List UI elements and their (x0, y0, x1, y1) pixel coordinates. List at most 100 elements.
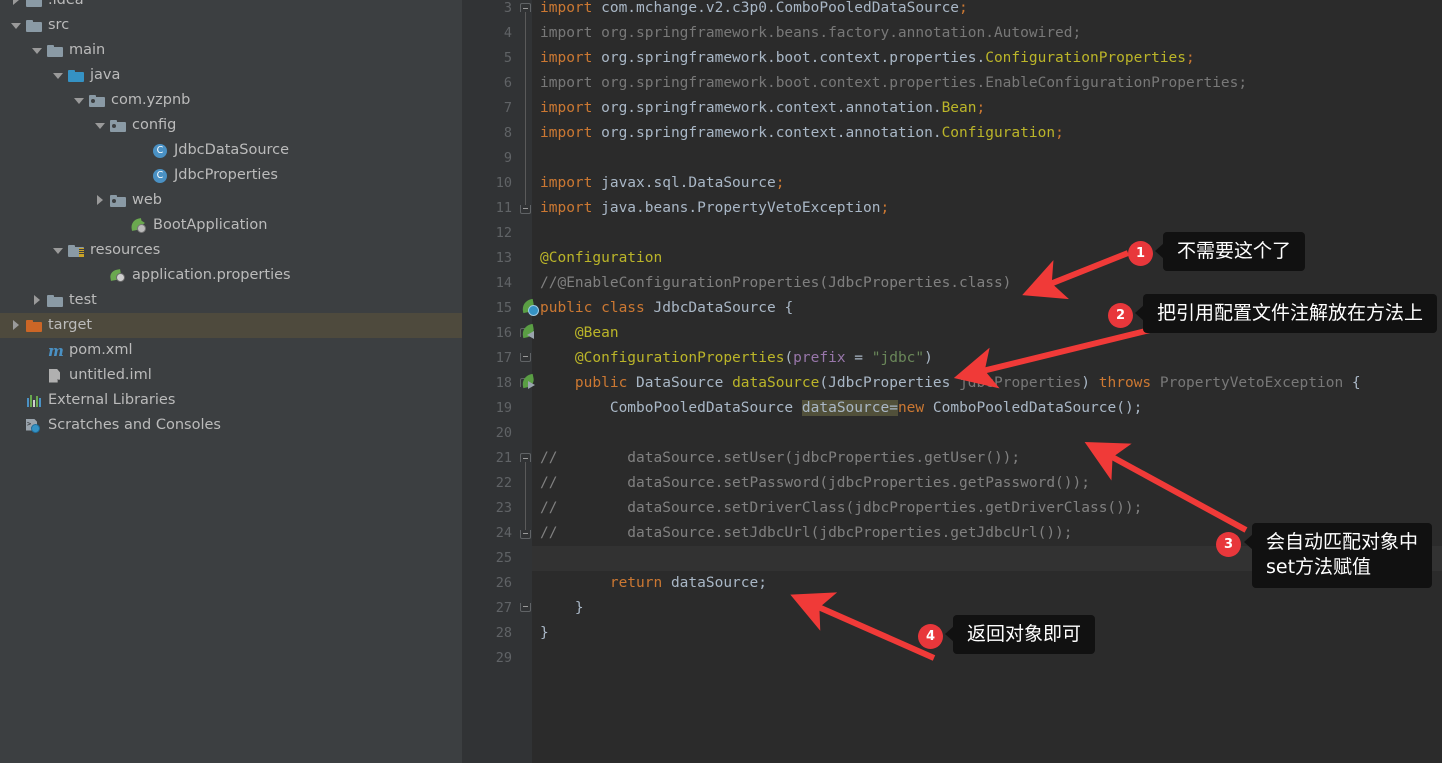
tree-item-label: JdbcDataSource (174, 142, 290, 158)
tree-item-label: .idea (48, 0, 84, 8)
editor-gutter[interactable]: 3 4 5 6 7 8 9 10 11 12 13 14 15 16 17 18 19 20 21 22 23 24 25 2… (462, 0, 539, 763)
fold-region-end-icon[interactable] (520, 205, 531, 214)
line-number: 28 (495, 625, 512, 641)
fold-region-start-icon[interactable] (520, 3, 531, 12)
code-line-text: } (540, 600, 584, 616)
tree-item-test[interactable]: test (0, 288, 462, 313)
code-editor[interactable]: 3 4 5 6 7 8 9 10 11 12 13 14 15 16 17 18 19 20 21 22 23 24 25 2… (462, 0, 1442, 763)
tree-item-config[interactable]: config (0, 113, 462, 138)
line-number: 11 (495, 200, 512, 216)
tree-item-java[interactable]: java (0, 63, 462, 88)
line-number: 12 (495, 225, 512, 241)
folder-excluded-icon (26, 318, 43, 334)
tree-item-label: pom.xml (69, 342, 133, 358)
code-line-text: import com.mchange.v2.c3p0.ComboPooledDa… (540, 0, 968, 16)
tree-item-label: com.yzpnb (111, 92, 191, 108)
chevron-right-icon[interactable] (10, 319, 23, 332)
chevron-down-icon[interactable] (10, 19, 23, 32)
line-number: 18 (495, 375, 512, 391)
folder-resources-icon (68, 243, 85, 259)
line-number: 8 (503, 125, 512, 141)
fold-region-end-icon[interactable] (520, 530, 531, 539)
tree-item-label: application.properties (132, 267, 291, 283)
tree-item-src[interactable]: src (0, 13, 462, 38)
line-number: 21 (495, 450, 512, 466)
chevron-down-icon[interactable] (73, 94, 86, 107)
chevron-right-icon[interactable] (94, 194, 107, 207)
line-number: 25 (495, 550, 512, 566)
code-line-text: import java.beans.PropertyVetoException; (540, 200, 890, 216)
tree-item-label: config (132, 117, 177, 133)
java-class-icon: C (152, 143, 169, 159)
fold-region-line (525, 462, 526, 530)
maven-icon: m (48, 341, 64, 360)
fold-marker-icon[interactable] (520, 603, 531, 612)
line-number: 26 (495, 575, 512, 591)
line-number: 20 (495, 425, 512, 441)
code-line-text: // dataSource.setDriverClass(jdbcPropert… (540, 500, 1143, 516)
chevron-right-icon[interactable] (31, 294, 44, 307)
tree-item-label: Scratches and Consoles (48, 417, 221, 433)
tree-item-resources[interactable]: resources (0, 238, 462, 263)
code-line-text: //@EnableConfigurationProperties(JdbcPro… (540, 275, 1012, 291)
line-number: 16 (495, 325, 512, 341)
tree-item-external-libraries[interactable]: External Libraries (0, 388, 462, 413)
tree-item-label: External Libraries (48, 392, 176, 408)
tree-item-bootapplication[interactable]: BootApplication (0, 213, 462, 238)
spring-properties-icon (109, 268, 127, 284)
line-number: 22 (495, 475, 512, 491)
tree-twisty-none (94, 269, 107, 282)
tree-item-jdbcproperties[interactable]: C JdbcProperties (0, 163, 462, 188)
tree-item-main[interactable]: main (0, 38, 462, 63)
tree-item-application-properties[interactable]: application.properties (0, 263, 462, 288)
code-line-text: ComboPooledDataSource dataSource=new Com… (540, 400, 1143, 416)
tree-item-pom-xml[interactable]: m pom.xml (0, 338, 462, 363)
folder-icon (47, 293, 64, 309)
tree-item-label: JdbcProperties (174, 167, 278, 183)
line-number: 17 (495, 350, 512, 366)
fold-region-line (525, 12, 526, 205)
fold-region-start-icon[interactable] (520, 453, 531, 462)
folder-icon (26, 18, 43, 34)
tree-item-untitled-iml[interactable]: untitled.iml (0, 363, 462, 388)
tree-item-web[interactable]: web (0, 188, 462, 213)
code-line-text: return dataSource; (609, 575, 767, 591)
tree-item-label: untitled.iml (69, 367, 152, 383)
tree-item-idea[interactable]: .idea (0, 0, 462, 13)
chevron-right-icon[interactable] (10, 0, 23, 7)
code-text-area[interactable]: import com.mchange.v2.c3p0.ComboPooledDa… (532, 0, 1442, 763)
tree-twisty-none (136, 144, 149, 157)
package-icon (89, 93, 106, 109)
fold-marker-icon[interactable] (520, 353, 531, 362)
chevron-down-icon[interactable] (52, 69, 65, 82)
iml-file-icon (47, 368, 64, 384)
chevron-down-icon[interactable] (94, 119, 107, 132)
tree-item-label: test (69, 292, 97, 308)
ide-window: .idea src main java com.yzpnb config C JdbcData… (0, 0, 1442, 763)
chevron-down-icon[interactable] (31, 44, 44, 57)
tree-item-scratches-and-consoles[interactable]: >_ Scratches and Consoles (0, 413, 462, 438)
tree-twisty-none (115, 219, 128, 232)
code-line-text: import org.springframework.boot.context.… (540, 75, 1248, 91)
line-number: 14 (495, 275, 512, 291)
package-icon (110, 193, 127, 209)
tree-item-com-yzpnb[interactable]: com.yzpnb (0, 88, 462, 113)
tree-item-label: web (132, 192, 162, 208)
tree-item-jdbcdatasource[interactable]: C JdbcDataSource (0, 138, 462, 163)
spring-boot-app-icon (130, 217, 148, 234)
tree-twisty-none (31, 344, 44, 357)
chevron-down-icon[interactable] (52, 244, 65, 257)
external-libraries-icon (26, 393, 43, 409)
project-tree-panel[interactable]: .idea src main java com.yzpnb config C JdbcData… (0, 0, 462, 763)
line-number: 29 (495, 650, 512, 666)
line-number: 3 (503, 0, 512, 16)
code-line-text: public DataSource dataSource(JdbcPropert… (574, 375, 1361, 391)
line-number: 10 (495, 175, 512, 191)
line-number: 13 (495, 250, 512, 266)
line-number: 5 (503, 50, 512, 66)
tree-item-label: main (69, 42, 106, 58)
code-line-text: } (540, 625, 549, 641)
tree-item-label: java (90, 67, 121, 83)
line-number: 6 (503, 75, 512, 91)
tree-item-target[interactable]: target (0, 313, 462, 338)
